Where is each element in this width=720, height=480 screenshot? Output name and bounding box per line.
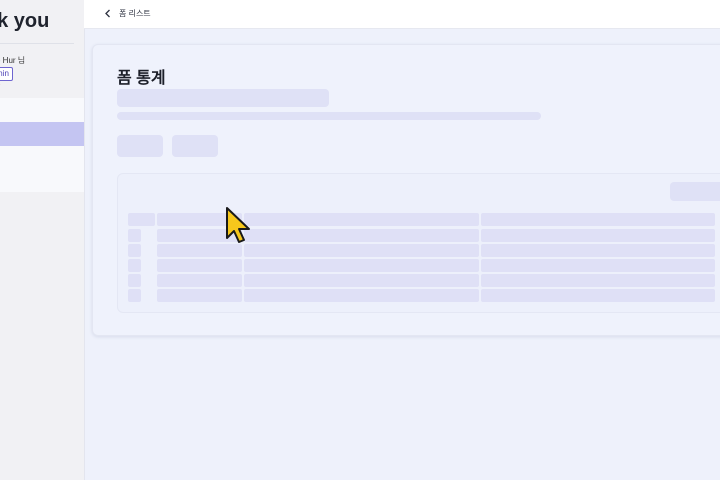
- role-badge: min: [0, 67, 13, 81]
- subtitle-skeleton: [117, 89, 329, 107]
- sidebar-item[interactable]: [0, 98, 84, 122]
- sidebar-nav: [0, 98, 84, 192]
- sidebar: sk you e Hur 님 min 웃: [0, 0, 85, 480]
- back-to-form-list-link[interactable]: 폼 리스트: [104, 8, 151, 19]
- brand-divider: [0, 43, 74, 44]
- app-brand: sk you: [0, 10, 50, 32]
- action-button-skeleton[interactable]: [670, 182, 720, 201]
- page-title: 폼 통계: [117, 70, 166, 87]
- stats-table-panel: [117, 173, 720, 313]
- sidebar-item-active[interactable]: [0, 122, 84, 146]
- sidebar-nav-placeholder: [0, 146, 84, 192]
- user-greeting: e Hur 님: [0, 56, 26, 65]
- chevron-left-icon: [105, 9, 110, 18]
- mouse-pointer-icon: [226, 207, 250, 243]
- back-link-label: 폼 리스트: [119, 9, 151, 18]
- description-skeleton: [117, 112, 541, 120]
- tab-skeleton[interactable]: [172, 135, 218, 157]
- tab-skeleton[interactable]: [117, 135, 163, 157]
- form-stats-card: 폼 통계: [92, 44, 720, 336]
- top-bar: 폼 리스트: [84, 0, 720, 29]
